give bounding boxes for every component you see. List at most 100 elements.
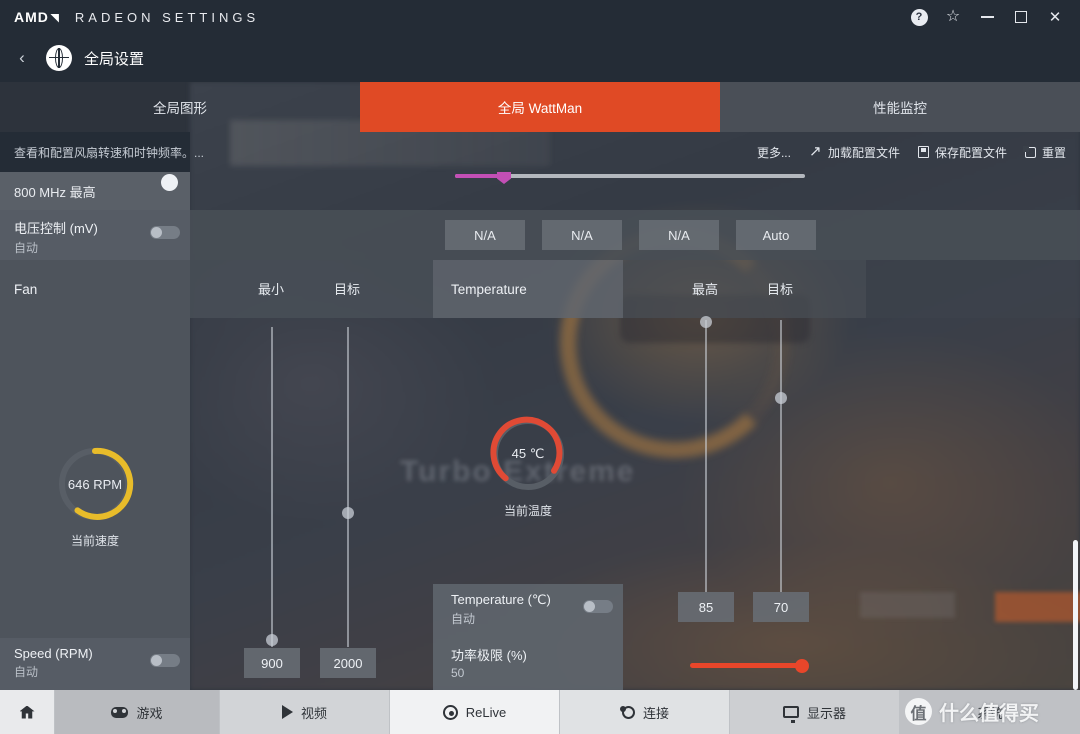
fan-target-slider-handle[interactable]	[342, 507, 354, 519]
breadcrumb: ‹ 全局设置	[0, 34, 1080, 82]
frequency-slider[interactable]	[455, 172, 805, 210]
tab-global-graphics[interactable]: 全局图形	[0, 82, 360, 132]
wattman-panel: 800 MHz 最高 电压控制 (mV) 自动 N/A N/A N/A Auto	[0, 172, 1080, 690]
voltage-value-box-3[interactable]: N/A	[639, 220, 719, 250]
maximize-button[interactable]	[1012, 8, 1030, 26]
save-profile-icon	[917, 146, 929, 158]
voltage-control-value: 自动	[14, 241, 39, 255]
fan-min-slider-track	[271, 327, 273, 647]
nav-item-display[interactable]: 显示器	[730, 690, 900, 734]
nav-item-video[interactable]: 视频	[220, 690, 390, 734]
star-icon: ☆	[945, 8, 961, 25]
voltage-value-box-4[interactable]: Auto	[736, 220, 816, 250]
fan-speed-min-box[interactable]: 900	[244, 648, 300, 678]
voltage-control-toggle[interactable]	[150, 226, 180, 239]
toolbar-actions: 更多... 加载配置文件 保存配置文件 重置	[757, 132, 1080, 172]
connect-icon	[619, 705, 635, 719]
column-label-max: 最高	[692, 282, 719, 297]
fan-speed-toggle[interactable]	[150, 654, 180, 667]
voltage-value-box-2[interactable]: N/A	[542, 220, 622, 250]
fan-speed-target-box[interactable]: 2000	[320, 648, 376, 678]
tab-global-wattman[interactable]: 全局 WattMan	[360, 82, 720, 132]
reset-button[interactable]: 重置	[1022, 144, 1066, 161]
temp-max-slider[interactable]	[700, 316, 712, 592]
nav-item-games[interactable]: 游戏	[55, 690, 220, 734]
column-label-target-left: 目标	[334, 282, 361, 297]
fan-min-slider-handle[interactable]	[266, 634, 278, 646]
temperature-row-toggle[interactable]	[583, 600, 613, 613]
help-button[interactable]: ?	[910, 8, 928, 26]
temp-target-slider-handle[interactable]	[775, 392, 787, 404]
fan-min-slider[interactable]	[266, 327, 278, 647]
temperature-row: Temperature (℃) 自动	[433, 584, 623, 636]
temp-max-slider-handle[interactable]	[700, 316, 712, 328]
fan-speed-row: Speed (RPM) 自动	[0, 638, 190, 690]
close-button[interactable]: ✕	[1046, 8, 1064, 26]
relive-icon	[442, 704, 458, 720]
nav-label-video: 视频	[300, 705, 327, 721]
voltage-values-row: N/A N/A N/A Auto	[190, 210, 1080, 260]
save-profile-label: 保存配置文件	[934, 145, 1007, 160]
power-limit-slider-track	[690, 663, 808, 668]
power-limit-slider-handle[interactable]	[795, 659, 809, 673]
close-icon: ✕	[1048, 8, 1062, 26]
nav-item-home[interactable]	[0, 690, 55, 734]
temperature-section-label: Temperature	[451, 281, 527, 297]
favorite-button[interactable]: ☆	[944, 8, 962, 26]
clock-state-row: 800 MHz 最高	[0, 172, 190, 210]
nav-item-connect[interactable]: 连接	[560, 690, 730, 734]
temp-target-slider[interactable]	[775, 320, 787, 592]
power-limit-value: 50	[451, 666, 465, 680]
temperature-target-box[interactable]: 70	[753, 592, 809, 622]
fan-section-header: Fan	[0, 260, 190, 318]
fan-columns-header	[190, 260, 433, 318]
header-tail	[866, 260, 1080, 318]
description-text: 查看和配置风扇转速和时钟频率。...	[14, 145, 205, 160]
temperature-section-header: Temperature	[433, 260, 623, 318]
help-icon: ?	[910, 8, 928, 26]
load-profile-button[interactable]: 加载配置文件	[809, 142, 900, 161]
description-panel: 查看和配置风扇转速和时钟频率。...	[0, 132, 204, 172]
nav-label-relive: ReLive	[465, 704, 507, 720]
temperature-gauge-caption: 当前温度	[503, 504, 552, 518]
temperature-max-box[interactable]: 85	[678, 592, 734, 622]
column-label-target-right: 目标	[767, 282, 794, 297]
home-icon	[19, 705, 35, 719]
temperature-columns-header	[623, 260, 866, 318]
nav-label-games: 游戏	[136, 705, 163, 721]
nav-item-system[interactable]: 系统	[900, 690, 1080, 734]
load-profile-label: 加载配置文件	[827, 145, 900, 160]
fan-gauge-value: 646 RPM	[67, 476, 123, 492]
back-button[interactable]: ‹	[14, 48, 30, 67]
tab-bar: 全局图形 全局 WattMan 性能监控	[0, 82, 1080, 132]
toolbar-row: 查看和配置风扇转速和时钟频率。... 更多... 加载配置文件 保存配置文件 重…	[0, 132, 1080, 172]
fan-section-label: Fan	[14, 281, 38, 297]
amd-logo: AMD	[14, 9, 59, 25]
reset-label: 重置	[1041, 145, 1066, 160]
maximize-icon	[1015, 11, 1027, 23]
nav-item-relive[interactable]: ReLive	[390, 690, 560, 734]
amd-logo-text: AMD	[14, 9, 49, 25]
power-limit-slider[interactable]	[690, 659, 850, 673]
nav-label-connect: 连接	[642, 705, 669, 721]
save-profile-button[interactable]: 保存配置文件	[917, 144, 1007, 161]
gamepad-icon	[111, 706, 129, 718]
vertical-scrollbar[interactable]	[1073, 540, 1078, 690]
power-limit-row: 功率极限 (%) 50	[433, 636, 623, 690]
amd-arrow-icon	[49, 13, 59, 23]
temperature-gauge-value: 45 ℃	[511, 446, 545, 461]
fan-target-slider[interactable]	[342, 327, 354, 647]
voltage-value-box-1[interactable]: N/A	[445, 220, 525, 250]
window-controls: ? ☆ ✕	[910, 8, 1064, 26]
temperature-gauge: 45 ℃	[488, 414, 568, 494]
clock-state-label: 800 MHz 最高	[14, 184, 96, 200]
bottom-navigation: 游戏 视频 ReLive 连接 显示器 系统	[0, 690, 1080, 734]
frequency-slider-handle[interactable]	[497, 172, 511, 184]
more-button[interactable]: 更多...	[757, 144, 791, 161]
minimize-button[interactable]	[978, 8, 996, 26]
clock-state-knob[interactable]	[161, 174, 178, 191]
title-bar: AMD RADEON SETTINGS ? ☆ ✕	[0, 0, 1080, 34]
fan-speed-gauge: 646 RPM	[55, 444, 135, 524]
tab-performance-monitor[interactable]: 性能监控	[720, 82, 1080, 132]
voltage-control-row: 电压控制 (mV) 自动	[0, 210, 190, 260]
